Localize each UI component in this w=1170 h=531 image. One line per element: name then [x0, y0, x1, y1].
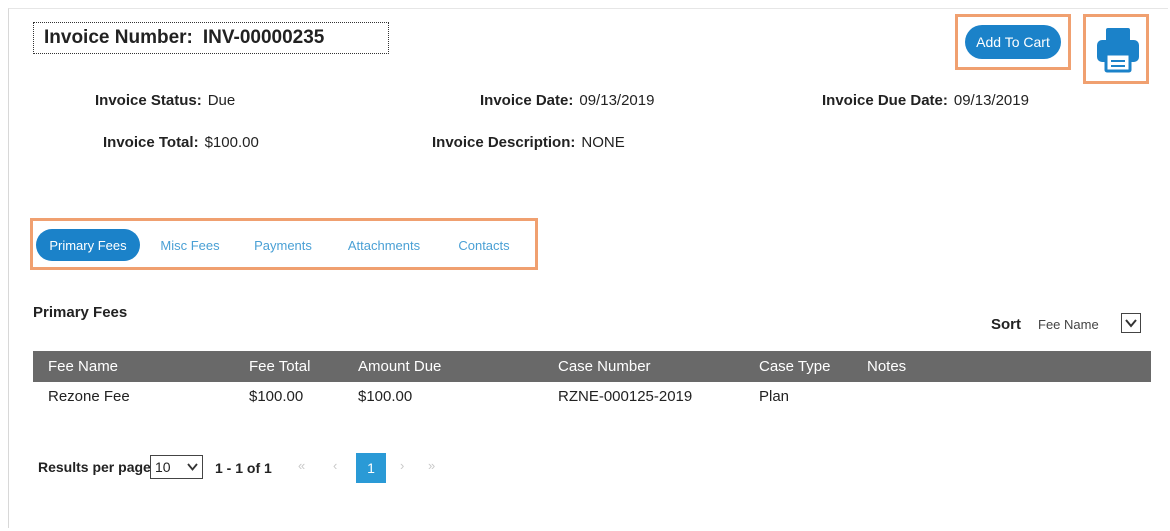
section-title: Primary Fees: [33, 304, 128, 321]
printer-icon[interactable]: [1095, 25, 1141, 75]
column-header-case-type[interactable]: Case Type: [759, 358, 830, 375]
invoice-number-label: Invoice Number:: [44, 27, 193, 48]
tab-misc-fees[interactable]: Misc Fees: [152, 229, 228, 261]
invoice-due-date-value: 09/13/2019: [953, 92, 1029, 109]
column-header-case-number[interactable]: Case Number: [558, 358, 651, 375]
tab-contacts[interactable]: Contacts: [448, 229, 520, 261]
column-header-fee-total[interactable]: Fee Total: [249, 358, 310, 375]
invoice-date-value: 09/13/2019: [579, 92, 655, 109]
tab-payments[interactable]: Payments: [244, 229, 322, 261]
add-to-cart-button[interactable]: Add To Cart: [965, 25, 1061, 59]
page-number-current[interactable]: 1: [356, 453, 386, 483]
column-header-fee-name[interactable]: Fee Name: [48, 358, 118, 375]
invoice-total: Invoice Total: $100.00: [103, 134, 259, 151]
chevron-down-icon: [187, 463, 198, 471]
cell-case-number: RZNE-000125-2019: [558, 388, 693, 405]
results-per-page-label: Results per page: [38, 459, 151, 475]
cell-fee-name: Rezone Fee: [48, 388, 130, 405]
column-header-amount-due[interactable]: Amount Due: [358, 358, 441, 375]
chevron-down-icon: [1125, 319, 1137, 328]
results-range: 1 - 1 of 1: [215, 460, 272, 476]
invoice-number-box: Invoice Number: INV-00000235: [33, 22, 389, 54]
sort-dropdown[interactable]: [1121, 313, 1141, 333]
per-page-select[interactable]: 10: [150, 455, 203, 479]
invoice-due-date-label: Invoice Due Date:: [822, 92, 948, 109]
cell-amount-due: $100.00: [358, 388, 413, 405]
tab-attachments[interactable]: Attachments: [336, 229, 432, 261]
invoice-description-label: Invoice Description:: [432, 134, 576, 151]
invoice-date: Invoice Date: 09/13/2019: [480, 92, 654, 109]
invoice-total-label: Invoice Total:: [103, 134, 199, 151]
invoice-due-date: Invoice Due Date: 09/13/2019: [822, 92, 1029, 109]
invoice-total-value: $100.00: [204, 134, 259, 151]
next-page-button[interactable]: ›: [400, 458, 404, 473]
tab-primary-fees[interactable]: Primary Fees: [36, 229, 140, 261]
invoice-description: Invoice Description: NONE: [432, 134, 625, 151]
cell-fee-total: $100.00: [249, 388, 304, 405]
invoice-status-value: Due: [207, 92, 236, 109]
invoice-description-value: NONE: [581, 134, 625, 151]
per-page-value: 10: [155, 459, 171, 475]
cell-case-type: Plan: [759, 388, 790, 405]
invoice-status: Invoice Status: Due: [95, 92, 235, 109]
column-header-notes[interactable]: Notes: [867, 358, 906, 375]
first-page-button[interactable]: «: [298, 458, 305, 473]
invoice-status-label: Invoice Status:: [95, 92, 202, 109]
invoice-number-value: INV-00000235: [202, 27, 325, 48]
invoice-date-label: Invoice Date:: [480, 92, 574, 109]
last-page-button[interactable]: »: [428, 458, 435, 473]
prev-page-button[interactable]: ‹: [333, 458, 337, 473]
sort-label: Sort: [991, 316, 1021, 333]
sort-value[interactable]: Fee Name: [1038, 317, 1099, 332]
